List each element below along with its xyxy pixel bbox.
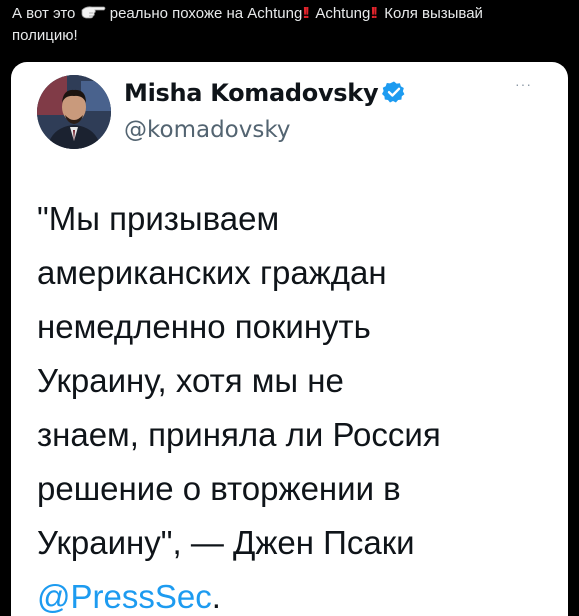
caption-text-1: А вот это: [12, 5, 76, 22]
tweet-line: знаем, приняла ли Россия: [37, 416, 441, 453]
display-name[interactable]: Misha Komadovsky: [124, 79, 406, 110]
display-name-text: Misha Komadovsky: [124, 79, 379, 107]
double-exclamation-icon: !!: [370, 5, 377, 22]
user-handle[interactable]: @komadovsky: [124, 117, 290, 143]
post-caption: А вот это реально похоже на Achtung!! Ac…: [12, 4, 567, 46]
more-options-icon[interactable]: ···: [515, 76, 532, 92]
tweet-line: Украину", — Джен Псаки: [37, 524, 415, 561]
mention-link[interactable]: @PressSec: [37, 578, 212, 615]
mention-suffix: .: [211, 578, 221, 615]
caption-text-3: Achtung: [315, 5, 371, 22]
tweet-line: немедленно покинуть: [37, 308, 371, 345]
tweet-line: Украину, хотя мы не: [37, 362, 344, 399]
caption-text-5: полицию!: [12, 27, 78, 44]
tweet-text: "Мы призываем американских граждан немед…: [37, 192, 557, 616]
tweet-line: решение о вторжении в: [37, 470, 401, 507]
caption-text-4: Коля вызывай: [384, 5, 483, 22]
verified-badge-icon: [382, 80, 406, 110]
avatar[interactable]: [37, 75, 111, 149]
tweet-line: "Мы призываем: [37, 200, 280, 237]
tweet-line-mention: @PressSec.: [37, 570, 557, 616]
caption-text-2: реально похоже на Achtung: [109, 5, 303, 22]
tweet-line: американских граждан: [37, 254, 387, 291]
backhand-index-pointing-right-icon: [80, 4, 106, 26]
tweet-screenshot-card[interactable]: Misha Komadovsky @komadovsky ··· "Мы при…: [11, 62, 568, 616]
double-exclamation-icon: !!: [302, 5, 309, 22]
